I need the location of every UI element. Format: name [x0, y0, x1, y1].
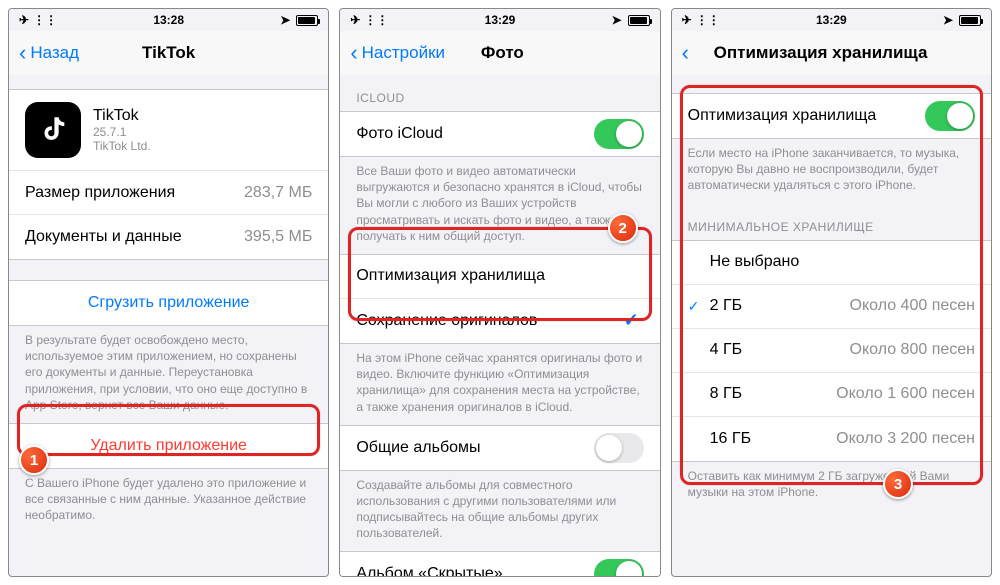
shared-albums-row[interactable]: Общие альбомы: [340, 426, 659, 470]
optimize-storage-row[interactable]: Оптимизация хранилища: [340, 255, 659, 299]
airplane-icon: ✈: [19, 13, 29, 27]
storage-option-8gb[interactable]: 8 ГБ Около 1 600 песен: [672, 373, 991, 417]
wifi-icon: ⋮⋮: [364, 13, 388, 27]
status-time: 13:29: [781, 13, 881, 27]
storage-option-none[interactable]: Не выбрано: [672, 241, 991, 285]
storage-option-4gb[interactable]: 4 ГБ Около 800 песен: [672, 329, 991, 373]
size-value: 283,7 МБ: [244, 184, 312, 202]
docs-value: 395,5 МБ: [244, 228, 312, 246]
icloud-photo-toggle[interactable]: [594, 119, 644, 149]
phone-screen-3: ✈ ⋮⋮ 13:29 ➤ ‹ Оптимизация хранилища Опти…: [671, 8, 992, 577]
optimize-storage-toggle[interactable]: [925, 101, 975, 131]
delete-description: С Вашего iPhone будет удалено это прилож…: [9, 469, 328, 534]
app-info-row: TikTok 25.7.1 TikTok Ltd.: [9, 90, 328, 171]
status-bar: ✈ ⋮⋮ 13:29 ➤: [672, 9, 991, 31]
keep-originals-row[interactable]: Сохранение оригиналов ✓: [340, 299, 659, 343]
page-title: TikTok: [19, 43, 318, 63]
status-bar: ✈ ⋮⋮ 13:28 ➤: [9, 9, 328, 31]
offload-description: В результате будет освобождено место, ис…: [9, 326, 328, 423]
optimize-main-description: Если место на iPhone заканчивается, то м…: [672, 139, 991, 204]
battery-icon: [959, 15, 981, 26]
optimize-storage-row[interactable]: Оптимизация хранилища: [672, 94, 991, 138]
storage-option-16gb[interactable]: 16 ГБ Около 3 200 песен: [672, 417, 991, 461]
wifi-icon: ⋮⋮: [696, 13, 720, 27]
app-icon: [25, 102, 81, 158]
status-bar: ✈ ⋮⋮ 13:29 ➤: [340, 9, 659, 31]
shared-description: Создавайте альбомы для совместного испол…: [340, 471, 659, 552]
app-name: TikTok: [93, 107, 151, 125]
storage-option-2gb[interactable]: ✓ 2 ГБ Около 400 песен: [672, 285, 991, 329]
offload-button[interactable]: Сгрузить приложение: [9, 281, 328, 325]
docs-label: Документы и данные: [25, 228, 244, 246]
page-title: Оптимизация хранилища: [714, 43, 928, 63]
airplane-icon: ✈: [350, 13, 360, 27]
app-vendor: TikTok Ltd.: [93, 139, 151, 153]
wifi-icon: ⋮⋮: [33, 13, 57, 27]
icloud-description: Все Ваши фото и видео автоматически выгр…: [340, 157, 659, 254]
location-icon: ➤: [612, 13, 622, 27]
phone-screen-2: ✈ ⋮⋮ 13:29 ➤ ‹ Настройки Фото ICLOUD Фото…: [339, 8, 660, 577]
location-icon: ➤: [943, 13, 953, 27]
hidden-album-row[interactable]: Альбом «Скрытые»: [340, 552, 659, 576]
phone-screen-1: ✈ ⋮⋮ 13:28 ➤ ‹ Назад TikTok TikTok 25.7.1…: [8, 8, 329, 577]
nav-bar: ‹ Назад TikTok: [9, 31, 328, 75]
back-button[interactable]: ‹: [682, 42, 710, 64]
battery-icon: [296, 15, 318, 26]
airplane-icon: ✈: [682, 13, 692, 27]
status-time: 13:29: [450, 13, 550, 27]
size-label: Размер приложения: [25, 184, 244, 202]
app-version: 25.7.1: [93, 125, 151, 139]
docs-row: Документы и данные 395,5 МБ: [9, 215, 328, 259]
status-time: 13:28: [119, 13, 219, 27]
battery-icon: [628, 15, 650, 26]
check-icon: ✓: [624, 310, 644, 331]
size-row: Размер приложения 283,7 МБ: [9, 171, 328, 215]
icloud-photo-row[interactable]: Фото iCloud: [340, 112, 659, 156]
nav-bar: ‹ Оптимизация хранилища: [672, 31, 991, 75]
hidden-album-toggle[interactable]: [594, 559, 644, 576]
minimum-storage-header: МИНИМАЛЬНОЕ ХРАНИЛИЩЕ: [672, 204, 991, 240]
icloud-section-header: ICLOUD: [340, 75, 659, 111]
nav-bar: ‹ Настройки Фото: [340, 31, 659, 75]
page-title: Фото: [355, 43, 650, 63]
optimize-description: На этом iPhone сейчас хранятся оригиналы…: [340, 344, 659, 425]
storage-footer: Оставить как минимум 2 ГБ загруженной Ва…: [672, 462, 991, 510]
shared-albums-toggle[interactable]: [594, 433, 644, 463]
check-icon: ✓: [688, 298, 710, 315]
tiktok-icon: [36, 113, 70, 147]
location-icon: ➤: [280, 13, 290, 27]
delete-button[interactable]: Удалить приложение: [9, 424, 328, 468]
chevron-left-icon: ‹: [682, 42, 689, 64]
